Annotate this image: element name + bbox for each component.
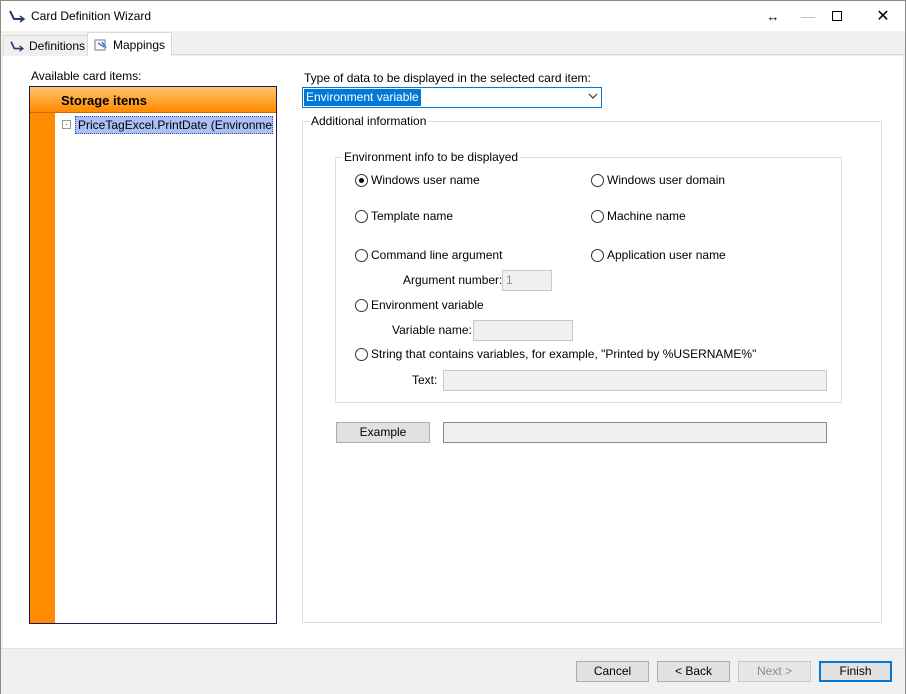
radio-indicator [355, 248, 368, 262]
maximize-icon [832, 11, 842, 21]
radio-indicator [355, 209, 368, 223]
wizard-window: Card Definition Wizard ↔ — ✕ Definitions… [0, 0, 906, 694]
radio-label: Machine name [607, 209, 686, 223]
data-type-select[interactable]: Environment variable [302, 87, 602, 108]
radio-label: Windows user name [371, 173, 480, 187]
window-title: Card Definition Wizard [31, 9, 152, 23]
additional-info-title: Additional information [309, 114, 429, 128]
tree-node-marker[interactable]: · [62, 120, 71, 129]
variable-name-label: Variable name: [392, 323, 472, 337]
mappings-panel: Available card items: Storage items · Pr… [3, 56, 903, 648]
radio-indicator [591, 173, 604, 187]
radio-indicator [355, 298, 368, 312]
radio-windows-user-name[interactable]: Windows user name [355, 173, 480, 187]
tab-label: Mappings [113, 37, 166, 52]
text-field[interactable] [443, 370, 827, 391]
back-button[interactable]: < Back [657, 661, 730, 682]
env-info-title: Environment info to be displayed [342, 150, 521, 164]
mapping-icon [94, 39, 107, 50]
available-items-label: Available card items: [31, 69, 142, 83]
radio-label: Command line argument [371, 248, 503, 262]
radio-label: Windows user domain [607, 173, 726, 187]
radio-windows-user-domain[interactable]: Windows user domain [591, 173, 725, 187]
tab-definitions[interactable]: Definitions [3, 35, 93, 55]
maximize-button[interactable] [814, 1, 860, 31]
variable-name-field[interactable] [473, 320, 573, 341]
radio-indicator [591, 209, 604, 223]
wizard-arrow-icon [10, 40, 24, 52]
tree-header: Storage items [30, 87, 276, 113]
example-output-field [443, 422, 827, 443]
radio-machine-name[interactable]: Machine name [591, 209, 686, 223]
cancel-button[interactable]: Cancel [576, 661, 649, 682]
next-button[interactable]: Next > [738, 661, 811, 682]
radio-template-name[interactable]: Template name [355, 209, 453, 223]
radio-label: String that contains variables, for exam… [371, 347, 757, 361]
storage-items-tree[interactable]: Storage items · PriceTagExcel.PrintDate … [29, 86, 277, 624]
argument-number-label: Argument number: [403, 273, 503, 287]
chevron-down-icon [588, 93, 598, 99]
radio-indicator [355, 173, 368, 187]
radio-label: Template name [371, 209, 454, 223]
wizard-arrow-icon [9, 10, 25, 23]
tree-strip [30, 87, 55, 623]
title-bar: Card Definition Wizard ↔ — ✕ [1, 1, 905, 31]
radio-command-line-argument[interactable]: Command line argument [355, 248, 502, 262]
data-type-label: Type of data to be displayed in the sele… [304, 71, 591, 85]
radio-label: Environment variable [371, 298, 484, 312]
tree-item-printdate[interactable]: PriceTagExcel.PrintDate (Environme... [75, 116, 273, 134]
radio-label: Application user name [607, 248, 726, 262]
tab-mappings[interactable]: Mappings [87, 32, 173, 56]
radio-application-user-name[interactable]: Application user name [591, 248, 726, 262]
finish-button[interactable]: Finish [819, 661, 892, 682]
radio-environment-variable[interactable]: Environment variable [355, 298, 484, 312]
example-button[interactable]: Example [336, 422, 430, 443]
radio-indicator [591, 248, 604, 262]
tab-label: Definitions [29, 38, 86, 53]
tree-header-label: Storage items [61, 93, 147, 108]
footer-bar: Cancel < Back Next > Finish [1, 648, 905, 694]
tab-bar: Definitions Mappings [1, 31, 905, 56]
radio-string-with-variables[interactable]: String that contains variables, for exam… [355, 347, 756, 361]
radio-indicator [355, 347, 368, 361]
close-button[interactable]: ✕ [860, 1, 906, 31]
data-type-value: Environment variable [304, 89, 421, 106]
text-label: Text: [412, 373, 438, 387]
argument-number-field[interactable]: 1 [502, 270, 552, 291]
